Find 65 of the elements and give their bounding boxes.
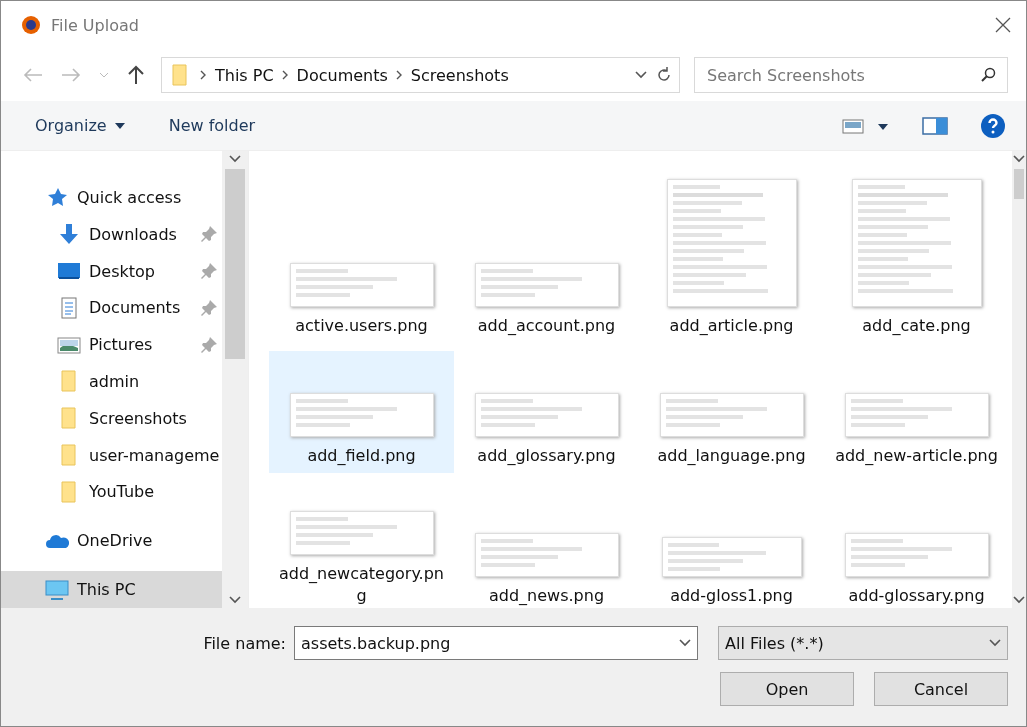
search-icon — [980, 67, 996, 83]
open-button[interactable]: Open — [720, 672, 854, 706]
file-item[interactable]: add_article.png — [639, 165, 824, 343]
scroll-up-icon — [229, 155, 241, 163]
file-item[interactable]: add-gloss1.png — [639, 481, 824, 608]
browser-logo-icon — [21, 15, 41, 35]
file-item[interactable]: add_field.png — [269, 351, 454, 473]
scrollbar[interactable] — [1012, 151, 1026, 608]
scroll-up-icon — [1013, 155, 1025, 163]
file-item[interactable]: add-glossary.png — [824, 481, 1009, 608]
nav-item[interactable]: Downloads — [1, 215, 222, 253]
scrollbar[interactable] — [222, 151, 248, 608]
file-item[interactable]: add_cate.png — [824, 165, 1009, 343]
file-item[interactable]: active.users.png — [269, 165, 454, 343]
file-item[interactable]: add_account.png — [454, 165, 639, 343]
organize-button[interactable]: Organize — [27, 112, 133, 139]
caret-icon — [989, 639, 1001, 647]
dropdown-caret-icon — [635, 71, 647, 79]
nav-item[interactable]: user-manageme — [1, 436, 222, 474]
cancel-button[interactable]: Cancel — [874, 672, 1008, 706]
nav-item[interactable]: This PC — [1, 571, 222, 608]
recent-locations-button[interactable] — [97, 70, 111, 80]
help-icon — [980, 112, 1006, 139]
breadcrumb[interactable]: Screenshots — [410, 65, 509, 85]
file-item[interactable]: add_glossary.png — [454, 351, 639, 473]
new-folder-button[interactable]: New folder — [160, 112, 264, 139]
window-title: File Upload — [51, 15, 140, 35]
nav-item[interactable]: Documents — [1, 289, 222, 327]
scrollbar-thumb[interactable] — [225, 169, 245, 359]
nav-item[interactable]: Quick access — [1, 179, 222, 216]
breadcrumb[interactable]: Documents — [296, 65, 388, 85]
scroll-down-icon — [1013, 596, 1025, 604]
address-bar[interactable]: This PC Documents Screenshots — [161, 57, 680, 93]
file-name-label: File name: — [203, 633, 286, 653]
nav-item[interactable]: YouTube — [1, 473, 222, 511]
caret-icon — [679, 639, 691, 647]
chevron-icon — [395, 70, 403, 80]
nav-item[interactable]: Screenshots — [1, 399, 222, 437]
caret-icon — [99, 72, 109, 78]
nav-item[interactable]: Desktop — [1, 252, 222, 290]
refresh-icon[interactable] — [655, 66, 673, 84]
scroll-down-icon — [229, 596, 241, 604]
close-icon — [994, 16, 1012, 34]
pane-icon — [922, 116, 948, 135]
computer-icon — [45, 578, 69, 601]
file-item[interactable]: add_new-article.png — [824, 351, 1009, 473]
file-item[interactable]: add_language.png — [639, 351, 824, 473]
breadcrumb[interactable]: This PC — [215, 65, 274, 85]
nav-item[interactable]: admin — [1, 363, 222, 400]
chevron-icon — [200, 70, 207, 80]
download-icon — [57, 223, 81, 246]
file-name-field[interactable]: assets.backup.png — [294, 626, 698, 660]
search-field[interactable]: Search Screenshots — [694, 57, 1008, 93]
preview-pane-button[interactable] — [920, 114, 950, 137]
caret-icon — [114, 122, 125, 129]
chevron-icon — [281, 70, 289, 80]
nav-item[interactable]: OneDrive — [1, 522, 222, 560]
forward-arrow-icon — [61, 67, 81, 83]
nav-item[interactable]: Pictures — [1, 326, 222, 364]
scrollbar-thumb[interactable] — [1014, 169, 1024, 199]
file-type-dropdown[interactable]: All Files (*.*) — [718, 626, 1008, 660]
up-arrow-icon — [127, 65, 145, 85]
file-item[interactable]: add_newcategory.png — [269, 481, 454, 608]
back-arrow-icon — [23, 67, 43, 83]
file-item[interactable]: add_news.png — [454, 481, 639, 608]
